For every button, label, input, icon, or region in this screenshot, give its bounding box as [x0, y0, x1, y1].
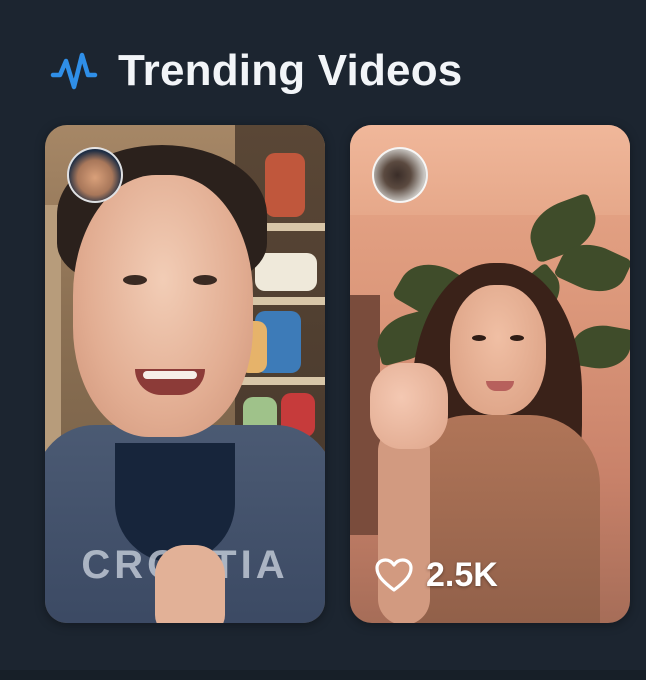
creator-avatar[interactable]: [372, 147, 428, 203]
video-card[interactable]: 2.5K: [350, 125, 630, 623]
creator-avatar[interactable]: [67, 147, 123, 203]
waveform-icon: [50, 52, 98, 90]
bottom-divider: [0, 670, 646, 680]
section-header: Trending Videos: [50, 44, 462, 98]
heart-outline-icon: [375, 558, 413, 592]
likes-count: 2.5K: [426, 556, 498, 594]
section-title: Trending Videos: [118, 46, 463, 95]
trending-videos-panel: Trending Videos CROATIA: [0, 0, 646, 680]
video-card[interactable]: CROATIA: [45, 125, 325, 623]
likes-counter[interactable]: 2.5K: [374, 555, 498, 595]
